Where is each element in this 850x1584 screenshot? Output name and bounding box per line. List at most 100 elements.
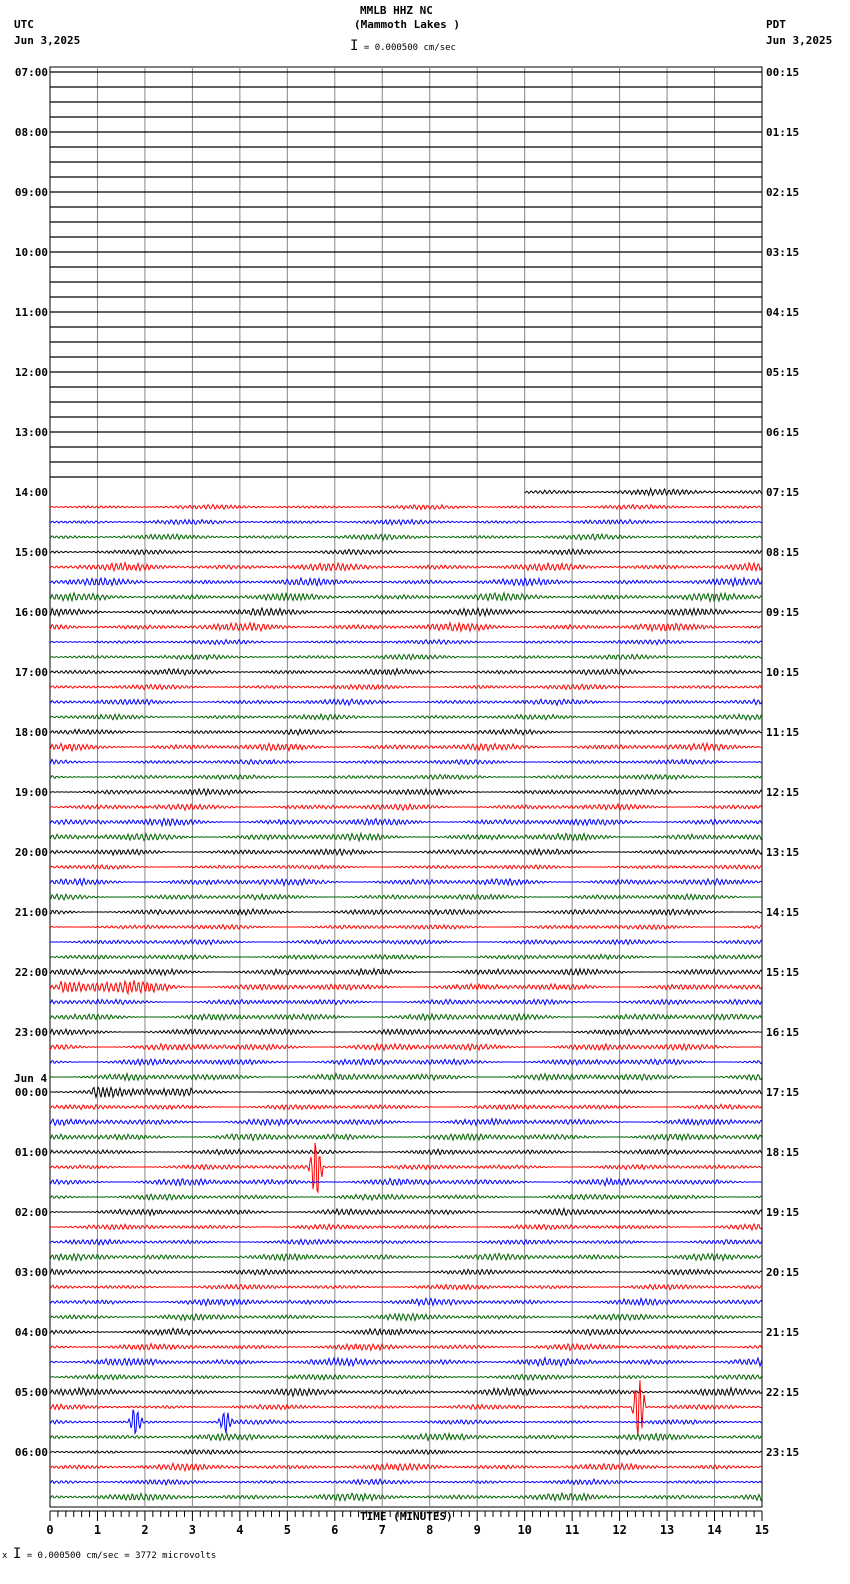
right-hour-label: 20:15 [766,1266,799,1279]
right-hour-label: 14:15 [766,906,799,919]
left-hour-label: 04:00 [15,1326,48,1339]
seismic-trace [524,486,763,497]
seismic-trace [49,741,763,753]
right-hour-label: 19:15 [766,1206,799,1219]
seismic-trace [49,1103,763,1111]
seismic-trace [50,1071,763,1082]
seismic-trace [49,532,763,542]
seismic-trace [49,697,763,707]
seismic-trace [49,1238,763,1246]
seismic-trace [49,1311,763,1323]
x-tick-label: 6 [331,1523,338,1537]
x-tick-label: 3 [189,1523,196,1537]
left-hour-label: 02:00 [15,1206,48,1219]
seismic-trace [49,620,763,634]
left-hour-label: 19:00 [15,786,48,799]
seismic-trace [49,1042,763,1052]
left-hour-label: 20:00 [15,846,48,859]
seismic-trace [50,1085,763,1100]
right-hour-label: 16:15 [766,1026,799,1039]
seismic-trace [49,967,763,977]
seismic-trace [49,1477,763,1487]
seismic-trace [49,1385,763,1398]
scale-footer-text: = 0.000500 cm/sec = 3772 microvolts [26,1551,217,1561]
seismic-trace [49,667,763,677]
seismic-trace [49,892,763,901]
x-tick-label: 0 [46,1523,53,1537]
seismic-trace [49,576,763,589]
seismic-trace [49,998,763,1007]
right-hour-label: 21:15 [766,1326,799,1339]
seismic-trace [49,863,763,871]
x-tick-label: 7 [379,1523,386,1537]
seismic-trace [49,503,763,511]
seismic-trace [49,683,763,691]
left-hour-label: 23:00 [15,1026,48,1039]
x-tick-label: 9 [474,1523,481,1537]
seismic-trace [49,907,763,917]
seismic-trace [49,877,763,888]
right-hour-label: 15:15 [766,966,799,979]
seismic-trace [49,590,763,604]
left-hour-label: 00:00 [15,1086,48,1099]
seismic-trace [49,1380,763,1437]
left-hour-label: 16:00 [15,606,48,619]
right-hour-label: 13:15 [766,846,799,859]
seismic-trace [49,979,763,996]
left-hour-label: 09:00 [15,186,48,199]
seismic-trace [49,638,763,646]
seismic-trace [49,1192,763,1202]
seismic-trace [49,1373,763,1382]
right-hour-label: 08:15 [766,546,799,559]
left-hour-label: 13:00 [15,426,48,439]
seismic-trace [49,606,762,618]
x-tick-label: 2 [141,1523,148,1537]
x-tick-label: 12 [612,1523,626,1537]
seismic-trace [49,1251,763,1263]
right-hour-label: 01:15 [766,126,799,139]
right-hour-label: 03:15 [766,246,799,259]
right-hour-label: 23:15 [766,1446,799,1459]
seismic-trace [50,787,763,797]
right-hour-label: 12:15 [766,786,799,799]
seismic-trace [49,561,763,573]
left-hour-label: 21:00 [15,906,48,919]
left-hour-label: 08:00 [15,126,48,139]
seismic-trace [49,1057,763,1067]
x-tick-label: 5 [284,1523,291,1537]
left-hour-label: 11:00 [15,306,48,319]
x-tick-label: 14 [707,1523,721,1537]
seismic-trace [49,1448,763,1456]
seismic-trace [49,712,763,722]
seismic-trace [49,773,763,781]
seismic-trace [49,802,763,812]
left-hour-label: 14:00 [15,486,48,499]
plot-frame [49,66,763,1508]
seismic-trace [49,1222,763,1232]
left-hour-label: 01:00 [15,1146,48,1159]
x-tick-label: 1 [94,1523,101,1537]
seismic-trace [49,1342,763,1352]
right-hour-label: 05:15 [766,366,799,379]
seismic-trace [49,1117,763,1127]
seismic-trace [49,1327,763,1337]
seismic-trace [50,952,763,961]
seismic-trace [49,1206,763,1217]
seismic-trace [49,1296,763,1308]
left-hour-label: 10:00 [15,246,48,259]
right-hour-label: 10:15 [766,666,799,679]
x-tick-label: 11 [565,1523,579,1537]
left-hour-label: 05:00 [15,1386,48,1399]
seismic-trace [49,758,763,766]
scale-footer-prefix: x [2,1551,8,1561]
left-hour-label: 15:00 [15,546,48,559]
right-hour-label: 07:15 [766,486,799,499]
x-tick-label: 8 [426,1523,433,1537]
x-tick-label: 13 [660,1523,674,1537]
right-hour-label: 18:15 [766,1146,799,1159]
seismic-trace [49,1355,763,1368]
right-hour-label: 00:15 [766,66,799,79]
left-hour-label: 06:00 [15,1446,48,1459]
left-hour-label: 07:00 [15,66,48,79]
right-hour-label: 04:15 [766,306,799,319]
